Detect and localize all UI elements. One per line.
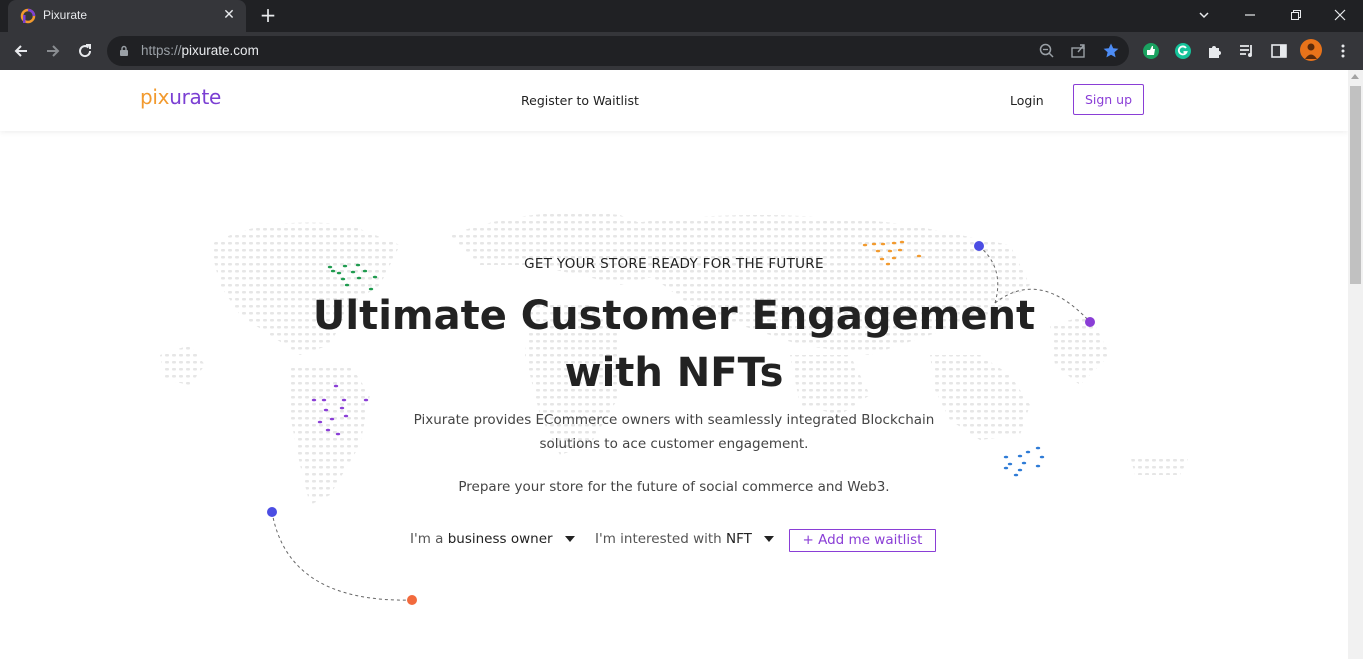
forward-button[interactable]	[39, 37, 67, 65]
browser-toolbar: https://pixurate.com	[0, 32, 1363, 70]
media-playlist-icon[interactable]	[1238, 42, 1256, 60]
signup-button[interactable]: Sign up	[1073, 84, 1144, 115]
address-bar[interactable]: https://pixurate.com	[107, 36, 1129, 66]
caret-down-icon	[764, 536, 775, 542]
browser-tab[interactable]: Pixurate ✕	[8, 0, 246, 32]
add-waitlist-button[interactable]: + Add me waitlist	[789, 529, 936, 552]
hero-description: Pixurate provides ECommerce owners with …	[0, 408, 1348, 456]
role-select[interactable]: I'm a business owner	[410, 531, 575, 547]
role-value: business owner	[447, 531, 553, 547]
close-window-button[interactable]	[1317, 0, 1363, 30]
headline-line-2: with NFTs	[564, 350, 784, 396]
bookmark-star-icon[interactable]	[1102, 42, 1120, 60]
browser-tab-bar: Pixurate ✕ +	[0, 0, 1363, 32]
hero-subdescription: Prepare your store for the future of soc…	[458, 479, 890, 495]
extension-green-icon[interactable]	[1142, 42, 1160, 60]
login-link[interactable]: Login	[1010, 93, 1044, 108]
url-text[interactable]: https://pixurate.com	[141, 43, 259, 58]
back-button[interactable]	[7, 37, 35, 65]
scroll-up-icon[interactable]	[1351, 74, 1359, 79]
caret-down-icon	[564, 536, 575, 542]
profile-avatar-icon[interactable]	[1300, 39, 1322, 61]
zoom-icon[interactable]	[1038, 42, 1056, 60]
interest-prefix: I'm interested with	[595, 531, 722, 547]
page-scrollbar[interactable]	[1348, 70, 1363, 659]
web-page: pixurate Register to Waitlist Login Sign…	[0, 70, 1348, 659]
description-line-2: solutions to ace customer engagement.	[539, 436, 809, 452]
description-line-1: Pixurate provides ECommerce owners with …	[413, 412, 935, 428]
scrollbar-thumb[interactable]	[1350, 86, 1361, 284]
site-header: pixurate Register to Waitlist Login Sign…	[0, 70, 1348, 131]
reload-button[interactable]	[71, 37, 99, 65]
tab-title: Pixurate	[43, 8, 88, 22]
hero-eyebrow: GET YOUR STORE READY FOR THE FUTURE	[524, 256, 824, 272]
share-icon[interactable]	[1070, 42, 1088, 60]
pixurate-favicon-icon	[20, 8, 36, 24]
minimize-button[interactable]	[1227, 0, 1273, 30]
lock-icon[interactable]	[119, 45, 129, 57]
headline-line-1: Ultimate Customer Engagement	[312, 293, 1036, 339]
role-prefix: I'm a	[410, 531, 444, 547]
restore-button[interactable]	[1273, 0, 1319, 30]
dashed-arc-bottom-left	[267, 507, 417, 605]
hero-headline: Ultimate Customer Engagement with NFTs	[0, 288, 1348, 402]
side-panel-icon[interactable]	[1270, 42, 1288, 60]
more-menu-icon[interactable]	[1334, 42, 1352, 60]
logo-x-glyph: x	[157, 85, 170, 109]
extensions-puzzle-icon[interactable]	[1206, 42, 1224, 60]
register-waitlist-link[interactable]: Register to Waitlist	[521, 93, 639, 108]
interest-select[interactable]: I'm interested with NFT	[595, 531, 775, 547]
grammarly-icon[interactable]	[1174, 42, 1192, 60]
tab-search-icon[interactable]	[1181, 0, 1227, 30]
new-tab-button[interactable]: +	[256, 4, 280, 28]
close-tab-icon[interactable]: ✕	[220, 6, 238, 24]
interest-value: NFT	[726, 531, 752, 547]
pixurate-logo[interactable]: pixurate	[140, 85, 221, 109]
